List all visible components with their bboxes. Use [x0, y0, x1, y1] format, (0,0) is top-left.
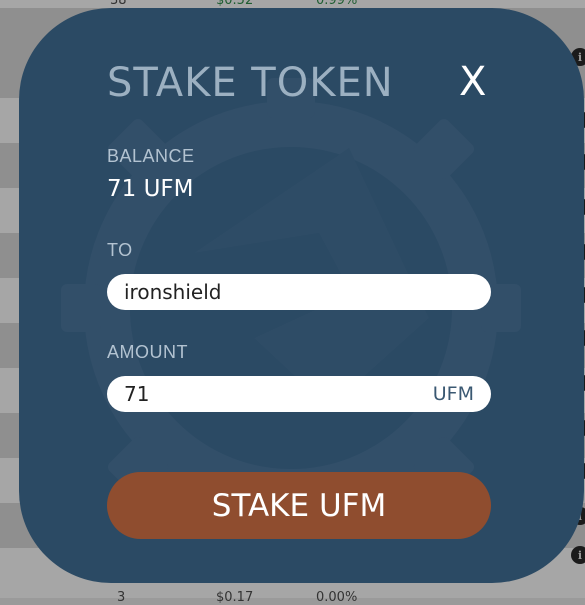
table-row [0, 0, 585, 8]
amount-input-value: 71 [124, 382, 150, 406]
stake-button[interactable]: STAKE UFM [107, 472, 491, 539]
table-cell: 38 [110, 0, 127, 8]
modal-title: STAKE TOKEN [107, 60, 394, 106]
balance-label: BALANCE [107, 146, 195, 166]
table-cell: 0.99% [316, 0, 358, 8]
amount-input[interactable]: 71 UFM [107, 376, 491, 412]
amount-label: AMOUNT [107, 342, 188, 362]
stake-token-modal: STAKE TOKEN X BALANCE 71 UFM TO ironshie… [19, 8, 584, 583]
table-cell: $0.52 [216, 0, 254, 8]
amount-unit: UFM [432, 383, 474, 405]
balance-value: 71 UFM [107, 176, 194, 202]
to-label: TO [107, 240, 133, 260]
recipient-input[interactable]: ironshield [107, 274, 491, 310]
close-button[interactable]: X [459, 62, 486, 102]
recipient-input-value: ironshield [124, 280, 222, 304]
